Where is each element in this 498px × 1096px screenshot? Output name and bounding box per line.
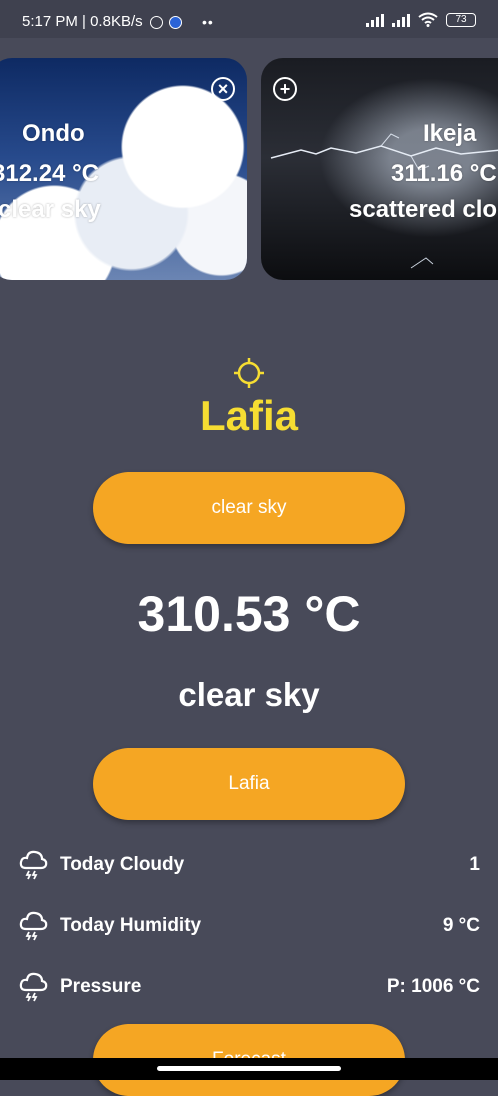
whatsapp-icon [150, 15, 163, 29]
card-temp: 311.16 °C [391, 160, 497, 187]
weather-description: clear sky [178, 676, 320, 713]
status-time: 5:17 PM | 0.8KB/s [22, 13, 143, 30]
notification-icons: •• [150, 14, 214, 30]
status-bar: 5:17 PM | 0.8KB/s •• 73 [0, 0, 498, 38]
card-city: Ikeja [423, 120, 477, 147]
battery-icon: 73 [446, 12, 476, 27]
stat-row-humidity: Today Humidity 9 °C [0, 909, 498, 943]
city-card-ikeja[interactable]: Ikeja 311.16 °C scattered clouds + [261, 58, 498, 280]
signal-icon-2 [392, 13, 410, 27]
home-gesture-handle[interactable] [157, 1066, 341, 1071]
navigation-bar [0, 1058, 498, 1080]
condition-button[interactable]: clear sky [93, 472, 405, 544]
card-desc: clear sky [0, 196, 101, 223]
more-notifications-icon: •• [202, 14, 214, 30]
stat-label: Today Cloudy [60, 854, 185, 875]
storm-cloud-icon [19, 850, 48, 880]
card-temp: 312.24 °C [0, 160, 100, 187]
storm-cloud-icon [19, 911, 48, 941]
stat-row-cloudy: Today Cloudy 1 [0, 848, 498, 882]
stat-label: Today Humidity [60, 915, 202, 936]
city-button[interactable]: Lafia [93, 748, 405, 820]
card-desc: scattered clouds [349, 196, 498, 223]
card-city: Ondo [22, 120, 85, 147]
stat-row-pressure: Pressure P: 1006 °C [0, 970, 498, 1004]
stat-value: 9 °C [442, 915, 480, 936]
city-title: Lafia [199, 392, 299, 439]
add-circle-icon[interactable]: + [273, 77, 297, 101]
wifi-icon [418, 12, 438, 27]
close-circle-icon[interactable]: × [211, 77, 235, 101]
storm-cloud-icon [19, 972, 48, 1002]
signal-icon [366, 13, 384, 27]
stat-value: P: 1006 °C [386, 976, 480, 997]
city-card-ondo[interactable]: Ondo 312.24 °C clear sky × [0, 58, 247, 280]
system-icons: 73 [366, 12, 476, 27]
temperature: 310.53 °C [137, 586, 361, 642]
crosshair-icon[interactable] [233, 357, 265, 389]
stat-value: 1 [469, 854, 480, 875]
app-notification-icon [169, 15, 182, 29]
stat-label: Pressure [60, 976, 142, 997]
